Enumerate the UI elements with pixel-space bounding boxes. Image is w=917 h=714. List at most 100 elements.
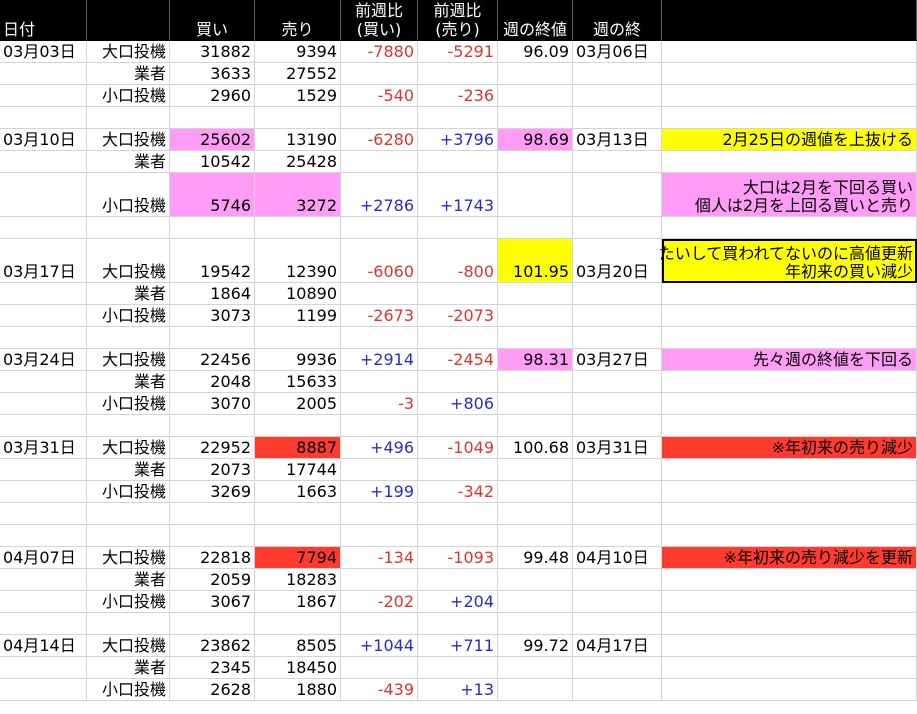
cell-week-end[interactable] [573, 327, 662, 349]
cell-buy-change[interactable] [341, 613, 418, 635]
cell-week-close[interactable]: 98.69 [498, 129, 573, 151]
cell-date[interactable] [0, 525, 87, 547]
cell-buy-change[interactable]: +2786 [341, 173, 418, 217]
cell-buy[interactable]: 19542 [170, 239, 255, 283]
cell-sell-change[interactable]: +13 [418, 679, 498, 701]
cell-note[interactable] [662, 107, 917, 129]
cell-week-end[interactable]: 04月10日 [573, 547, 662, 569]
cell-sell[interactable]: 27552 [255, 63, 341, 85]
cell-date[interactable] [0, 63, 87, 85]
cell-sell[interactable]: 2005 [255, 393, 341, 415]
cell-category[interactable] [87, 525, 170, 547]
cell-sell-change[interactable] [418, 503, 498, 525]
cell-buy-change[interactable]: +496 [341, 437, 418, 459]
cell-week-close[interactable] [498, 393, 573, 415]
cell-category[interactable]: 大口投機 [87, 349, 170, 371]
cell-sell-change[interactable]: +1743 [418, 173, 498, 217]
header-category[interactable] [87, 0, 170, 41]
cell-week-end[interactable] [573, 305, 662, 327]
cell-week-close[interactable] [498, 657, 573, 679]
cell-category[interactable]: 小口投機 [87, 481, 170, 503]
cell-week-end[interactable]: 03月13日 [573, 129, 662, 151]
cell-buy[interactable]: 25602 [170, 129, 255, 151]
cell-week-close[interactable]: 99.48 [498, 547, 573, 569]
cell-date[interactable] [0, 371, 87, 393]
cell-buy[interactable] [170, 217, 255, 239]
cell-date[interactable]: 03月31日 [0, 437, 87, 459]
cell-week-close[interactable] [498, 63, 573, 85]
cell-week-end[interactable] [573, 85, 662, 107]
cell-week-end[interactable] [573, 679, 662, 701]
cell-buy[interactable]: 2960 [170, 85, 255, 107]
cell-sell-change[interactable] [418, 613, 498, 635]
cell-sell[interactable]: 1880 [255, 679, 341, 701]
cell-sell[interactable]: 3272 [255, 173, 341, 217]
cell-buy-change[interactable]: +2914 [341, 349, 418, 371]
cell-week-end[interactable] [573, 371, 662, 393]
cell-buy-change[interactable]: -134 [341, 547, 418, 569]
cell-sell[interactable]: 8505 [255, 635, 341, 657]
cell-week-close[interactable] [498, 283, 573, 305]
cell-note[interactable] [662, 371, 917, 393]
cell-date[interactable] [0, 679, 87, 701]
cell-category[interactable]: 小口投機 [87, 591, 170, 613]
cell-buy[interactable]: 31882 [170, 41, 255, 63]
header-date[interactable]: 日付 [0, 0, 87, 41]
cell-note[interactable] [662, 327, 917, 349]
cell-buy-change[interactable] [341, 371, 418, 393]
cell-sell-change[interactable] [418, 151, 498, 173]
cell-week-close[interactable] [498, 217, 573, 239]
cell-note[interactable] [662, 679, 917, 701]
cell-sell[interactable] [255, 327, 341, 349]
cell-buy-change[interactable] [341, 63, 418, 85]
cell-note[interactable] [662, 63, 917, 85]
cell-category[interactable] [87, 503, 170, 525]
cell-sell-change[interactable]: +3796 [418, 129, 498, 151]
cell-buy-change[interactable]: -202 [341, 591, 418, 613]
cell-sell-change[interactable] [418, 217, 498, 239]
cell-week-close[interactable] [498, 569, 573, 591]
cell-note[interactable] [662, 459, 917, 481]
cell-date[interactable] [0, 657, 87, 679]
cell-buy-change[interactable]: -439 [341, 679, 418, 701]
cell-week-end[interactable] [573, 591, 662, 613]
cell-week-end[interactable] [573, 63, 662, 85]
header-buy[interactable]: 買い [170, 0, 255, 41]
cell-note[interactable] [662, 569, 917, 591]
cell-category[interactable] [87, 217, 170, 239]
cell-week-close[interactable]: 98.31 [498, 349, 573, 371]
cell-week-end[interactable] [573, 173, 662, 217]
cell-category[interactable]: 大口投機 [87, 635, 170, 657]
cell-category[interactable] [87, 327, 170, 349]
cell-sell[interactable]: 25428 [255, 151, 341, 173]
cell-sell-change[interactable] [418, 415, 498, 437]
cell-sell[interactable]: 17744 [255, 459, 341, 481]
cell-sell[interactable]: 9936 [255, 349, 341, 371]
cell-sell[interactable]: 18450 [255, 657, 341, 679]
cell-sell-change[interactable]: -1049 [418, 437, 498, 459]
cell-sell[interactable] [255, 525, 341, 547]
cell-sell-change[interactable]: -800 [418, 239, 498, 283]
cell-buy-change[interactable] [341, 503, 418, 525]
cell-week-close[interactable]: 99.72 [498, 635, 573, 657]
cell-buy[interactable]: 3070 [170, 393, 255, 415]
cell-buy[interactable] [170, 107, 255, 129]
cell-date[interactable]: 03月03日 [0, 41, 87, 63]
cell-sell[interactable]: 12390 [255, 239, 341, 283]
cell-sell[interactable]: 13190 [255, 129, 341, 151]
cell-note[interactable] [662, 393, 917, 415]
cell-date[interactable] [0, 393, 87, 415]
cell-week-close[interactable] [498, 503, 573, 525]
cell-sell[interactable]: 7794 [255, 547, 341, 569]
cell-buy[interactable]: 2073 [170, 459, 255, 481]
cell-date[interactable] [0, 613, 87, 635]
cell-week-end[interactable]: 03月20日 [573, 239, 662, 283]
cell-buy[interactable]: 3633 [170, 63, 255, 85]
cell-sell[interactable]: 9394 [255, 41, 341, 63]
cell-buy[interactable]: 23862 [170, 635, 255, 657]
cell-week-end[interactable] [573, 283, 662, 305]
cell-week-close[interactable] [498, 591, 573, 613]
cell-date[interactable]: 03月17日 [0, 239, 87, 283]
cell-buy-change[interactable]: -3 [341, 393, 418, 415]
header-buy-change[interactable]: 前週比 (買い) [341, 0, 418, 41]
